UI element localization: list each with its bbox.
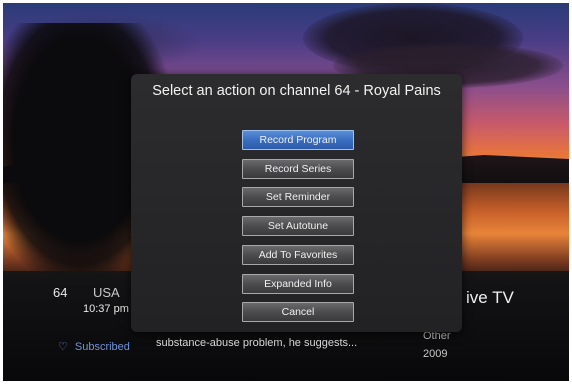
action-dialog: Select an action on channel 64 - Royal P… xyxy=(131,74,462,332)
set-reminder-button[interactable]: Set Reminder xyxy=(242,187,354,207)
channel-number: 64 xyxy=(53,285,68,300)
subscribed-label: Subscribed xyxy=(74,340,130,353)
record-series-button[interactable]: Record Series xyxy=(242,159,354,179)
program-time: 10:37 pm xyxy=(83,303,129,315)
heart-icon: ♡ xyxy=(58,341,68,353)
add-to-favorites-button[interactable]: Add To Favorites xyxy=(242,245,354,265)
dialog-title: Select an action on channel 64 - Royal P… xyxy=(152,83,441,99)
program-year: 2009 xyxy=(423,348,448,360)
subscribed-status: ♡ Subscribed xyxy=(58,340,130,354)
program-description: substance-abuse problem, he suggests... xyxy=(156,337,358,349)
set-autotune-button[interactable]: Set Autotune xyxy=(242,216,354,236)
network-name: USA xyxy=(93,285,120,300)
record-program-button[interactable]: Record Program xyxy=(242,130,354,150)
cancel-button[interactable]: Cancel xyxy=(242,302,354,322)
expanded-info-button[interactable]: Expanded Info xyxy=(242,274,354,294)
program-title-fragment: ive TV xyxy=(466,288,514,307)
